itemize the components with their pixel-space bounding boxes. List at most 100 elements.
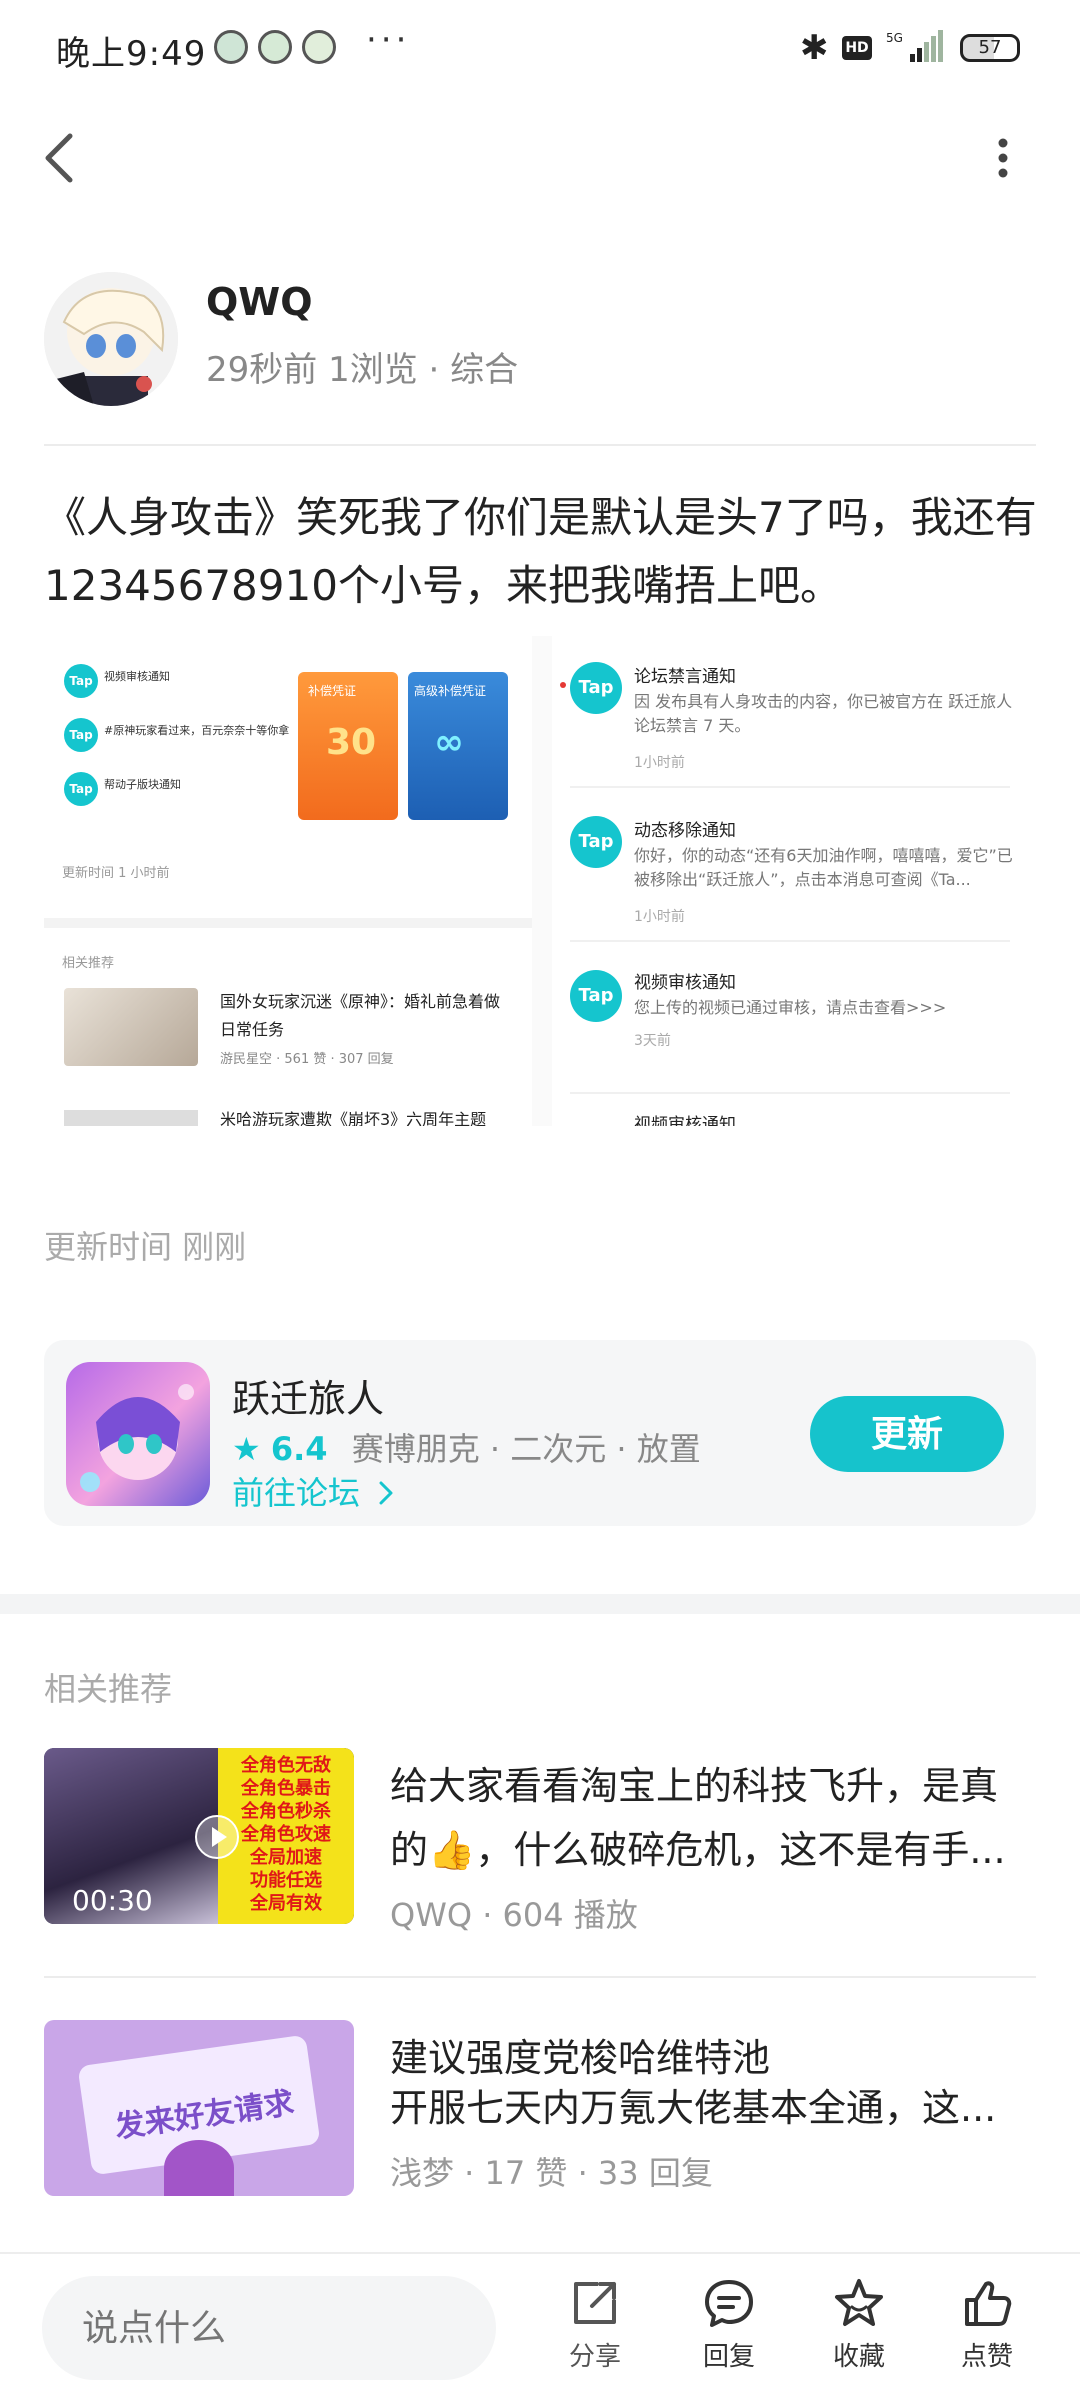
voucher-label: 补偿凭证 — [308, 684, 357, 698]
app-notification-icon — [302, 30, 336, 64]
thumb-text: 全角色攻速 — [241, 1824, 331, 1845]
notice-body: 因 发布具有人身攻击的内容，你已被官方在 跃迁旅人 论坛禁言 7 天。 — [634, 692, 1013, 735]
tap-logo-icon: Tap — [64, 718, 98, 752]
tap-logo-icon: Tap — [64, 772, 98, 806]
divider — [570, 786, 1010, 788]
image-rec-title: 米哈游玩家遭欺《崩坏3》六周年主题 — [220, 1110, 487, 1126]
video-thumbnail[interactable]: 全角色无敌 全角色暴击 全角色秒杀 全角色攻速 全局加速 功能任选 全局有效 0… — [44, 1748, 354, 1924]
section-separator — [0, 1594, 1080, 1614]
divider — [44, 1976, 1036, 1978]
image-rec-title: 国外女玩家沉迷《原神》：婚礼前急着做日常任务 — [220, 992, 501, 1039]
image-right-panel: Tap 论坛禁言通知 因 发布具有人身攻击的内容，你已被官方在 跃迁旅人 论坛禁… — [552, 636, 1014, 1126]
recommend-item[interactable]: 发来好友请求 建议强度党梭哈维特池 开服七天内万氪大佬基本全通，这... 浅梦 … — [44, 2020, 1036, 2200]
thumbs-up-icon — [965, 2281, 1012, 2326]
image-update-time: 更新时间 1 小时前 — [62, 866, 170, 881]
tap-logo-icon: Tap — [64, 664, 98, 698]
update-button[interactable]: 更新 — [810, 1396, 1004, 1472]
voucher-label: 高级补偿凭证 — [414, 684, 487, 698]
back-icon[interactable] — [40, 130, 80, 186]
reply-button[interactable]: 回复 — [684, 2276, 774, 2386]
related-title: 相关推荐 — [44, 1670, 173, 1708]
notice-body: 您上传的视频已通过审核，请点击查看>>> — [634, 998, 947, 1017]
post-thumbnail[interactable]: 发来好友请求 — [44, 2020, 354, 2196]
image-rec-label: 相关推荐 — [62, 956, 115, 971]
game-tags: ★ 6.4 赛博朋克 · 二次元 · 放置 — [232, 1424, 701, 1470]
game-name[interactable]: 跃迁旅人 — [232, 1368, 384, 1423]
notice-title: 动态移除通知 — [634, 821, 736, 841]
recommend-meta: 浅梦 · 17 赞 · 33 回复 — [390, 2154, 713, 2192]
share-icon — [574, 2282, 616, 2324]
game-card[interactable]: 跃迁旅人 ★ 6.4 赛博朋克 · 二次元 · 放置 前往论坛 更新 — [44, 1340, 1036, 1526]
recommend-item[interactable]: 全角色无敌 全角色暴击 全角色秒杀 全角色攻速 全局加速 功能任选 全局有效 0… — [44, 1748, 1036, 1934]
hd-icon: HD — [842, 36, 872, 60]
bluetooth-icon: ✱ — [800, 28, 829, 68]
author-avatar[interactable] — [44, 272, 178, 406]
game-rating: 6.4 — [270, 1430, 328, 1468]
more-notifications-icon: ··· — [366, 20, 411, 60]
go-to-forum-link[interactable]: 前往论坛 — [232, 1468, 396, 1514]
share-button[interactable]: 分享 — [550, 2276, 640, 2386]
star-icon: ★ — [232, 1430, 261, 1468]
image-rec-meta: 游民星空 · 561 赞 · 307 回复 — [220, 1052, 394, 1067]
star-outline-icon — [835, 2279, 883, 2326]
game-genre-tags: 赛博朋克 · 二次元 · 放置 — [351, 1430, 701, 1468]
divider — [44, 918, 532, 928]
favorite-label: 收藏 — [832, 2342, 885, 2372]
notice-title: 帮动子版块通知 — [104, 778, 181, 791]
notification-item: 视频审核通知 — [570, 1110, 1010, 1126]
notice-title: 视频审核通知 — [634, 973, 736, 993]
notice-title: 论坛禁言通知 — [634, 667, 736, 687]
tap-logo-icon: Tap — [570, 970, 622, 1022]
reply-label: 回复 — [702, 2342, 755, 2372]
video-duration: 00:30 — [72, 1884, 153, 1917]
like-label: 点赞 — [960, 2342, 1013, 2372]
recommend-title[interactable]: 给大家看看淘宝上的科技飞升，是真 — [390, 1754, 1040, 1818]
post-body: 《人身攻击》笑死我了你们是默认是头7了吗，我还有12345678910个小号，来… — [44, 493, 1037, 610]
notice-time: 1小时前 — [634, 755, 685, 771]
update-time: 更新时间 刚刚 — [44, 1228, 247, 1266]
recommend-title[interactable]: 的👍，什么破碎危机，这不是有手... — [390, 1818, 1040, 1882]
thumb-text: 全角色无敌 — [241, 1755, 331, 1776]
divider — [570, 940, 1010, 942]
status-time: 晚上9:49 — [56, 34, 207, 74]
thumb-text: 全局加速 — [250, 1847, 322, 1868]
recommend-meta: QWQ · 604 播放 — [390, 1896, 638, 1934]
app-notification-icon — [258, 30, 292, 64]
image-left-panel: Tap 视频审核通知 Tap #原神玩家看过来，百元奈奈十等你拿 Tap 帮动子… — [44, 636, 532, 1126]
author-name[interactable]: QWQ — [206, 280, 313, 324]
favorite-button[interactable]: 收藏 — [814, 2276, 904, 2386]
bottom-action-bar: 分享 回复 收藏 点赞 — [0, 2252, 1080, 2400]
thumb-art — [164, 2140, 234, 2196]
voucher-value: 30 — [326, 722, 377, 763]
voucher-card: 补偿凭证 30 — [298, 672, 398, 820]
notice-body: 你好，你的动态“还有6天加油作啊，嘻嘻嘻，爱它”已被移除出“跃迁旅人”，点击本消… — [634, 846, 1013, 889]
post-image[interactable]: Tap 视频审核通知 Tap #原神玩家看过来，百元奈奈十等你拿 Tap 帮动子… — [44, 636, 1014, 1126]
thumb-text: 全局有效 — [250, 1893, 322, 1914]
tap-logo-icon: Tap — [570, 816, 622, 868]
notice-time: 1小时前 — [634, 909, 685, 925]
notice-title: #原神玩家看过来，百元奈奈十等你拿 — [104, 724, 290, 737]
notice-title: 视频审核通知 — [104, 670, 170, 683]
play-icon — [195, 1815, 239, 1859]
divider — [570, 1092, 1010, 1094]
comment-icon — [705, 2280, 753, 2327]
voucher-infinity: ∞ — [434, 722, 464, 763]
comment-input[interactable] — [42, 2276, 496, 2380]
signal-icon: 5G — [886, 30, 943, 62]
recommend-subtitle[interactable]: 开服七天内万氪大佬基本全通，这... — [390, 2076, 1040, 2140]
app-notification-icon — [214, 30, 248, 64]
like-button[interactable]: 点赞 — [942, 2276, 1032, 2386]
tap-logo-icon: Tap — [570, 662, 622, 714]
status-bar: 晚上9:49 ··· ✱ HD 5G 57 — [0, 0, 1080, 96]
share-label: 分享 — [568, 2342, 621, 2372]
battery-icon: 57 — [960, 34, 1020, 62]
more-options-icon[interactable] — [996, 138, 1010, 178]
thumb-text: 功能任选 — [250, 1870, 322, 1891]
thumb-text: 全角色暴击 — [241, 1778, 331, 1799]
notice-title: 视频审核通知 — [634, 1115, 736, 1126]
divider — [44, 444, 1036, 446]
thumb-text: 全角色秒杀 — [241, 1801, 331, 1822]
unread-dot — [560, 682, 566, 688]
post-meta: 29秒前 1浏览 · 综合 — [206, 350, 519, 390]
game-icon[interactable] — [66, 1362, 210, 1506]
